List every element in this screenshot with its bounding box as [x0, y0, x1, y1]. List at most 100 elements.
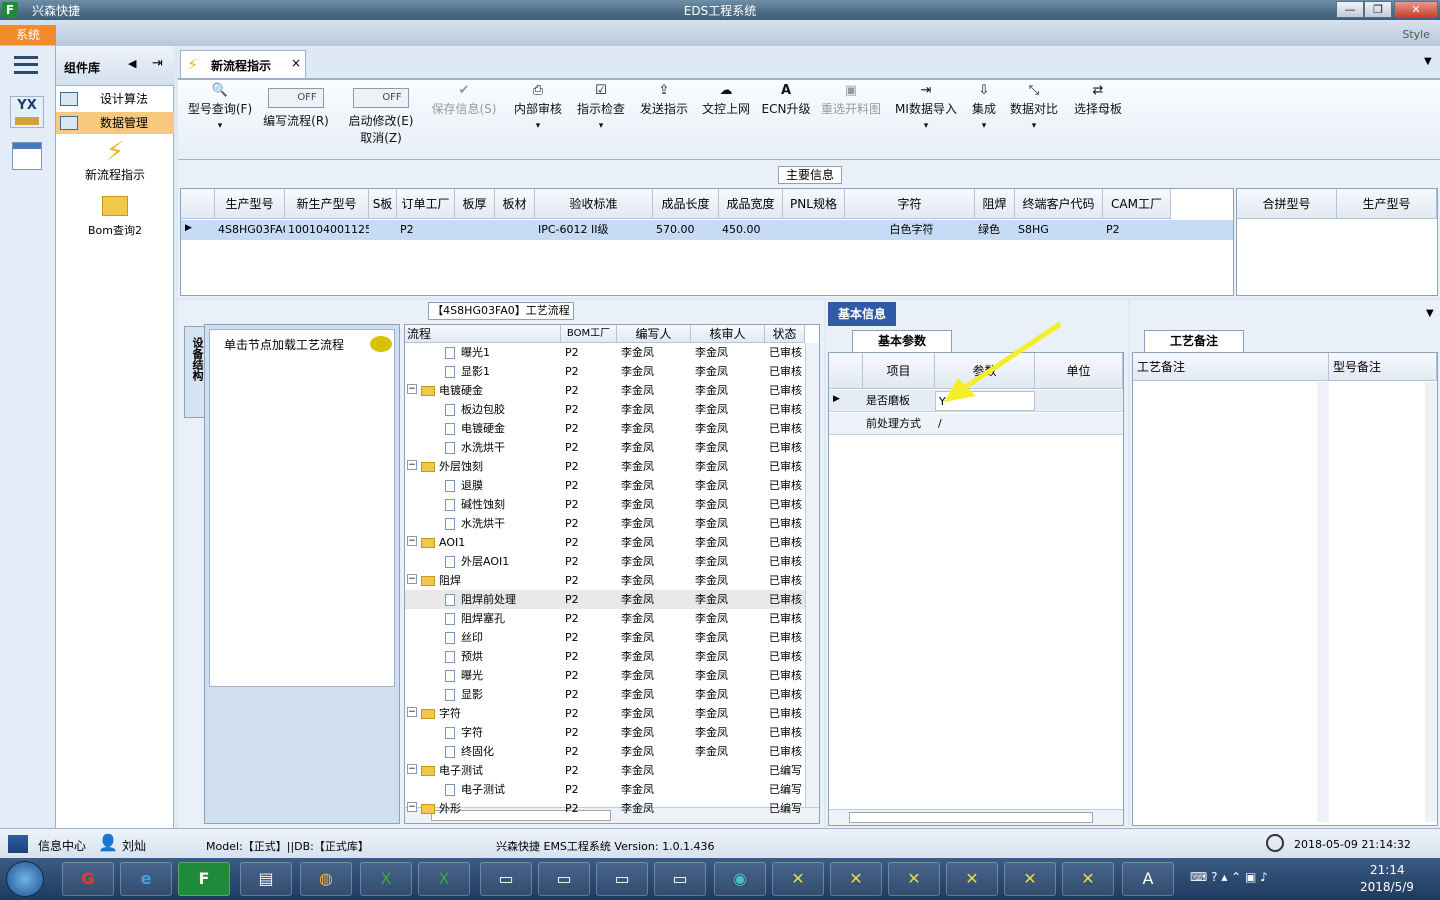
tab-process-notes[interactable]: 工艺备注 [1144, 330, 1244, 352]
style-label[interactable]: Style [1402, 28, 1430, 41]
off-toggle[interactable]: OFF [353, 88, 409, 108]
close-window-button[interactable]: ✕ [1394, 1, 1438, 18]
collapse-icon[interactable]: − [407, 460, 417, 470]
tree-row[interactable]: − 外层蚀刻 P2 李金凤 李金凤 已审核 [405, 457, 805, 476]
scrollbar-thumb[interactable] [849, 812, 1093, 823]
tree-row[interactable]: − 字符 P2 李金凤 李金凤 已审核 [405, 704, 805, 723]
tree-row[interactable]: 显影 P2 李金凤 李金凤 已审核 [405, 685, 805, 704]
collapse-icon[interactable]: − [407, 536, 417, 546]
write-flow-toggle[interactable]: OFF 编写流程(R) [260, 82, 332, 152]
tree-row[interactable]: 阻焊塞孔 P2 李金凤 李金凤 已审核 [405, 609, 805, 628]
tree-row[interactable]: − 电镀硬金 P2 李金凤 李金凤 已审核 [405, 381, 805, 400]
tree-row[interactable]: 电镀硬金 P2 李金凤 李金凤 已审核 [405, 419, 805, 438]
yx-factory-icon[interactable]: YX [10, 96, 44, 128]
module-item-design-algorithm[interactable]: 设计算法 [56, 88, 174, 110]
info-center-link[interactable]: 信息中心 [38, 837, 86, 854]
new-flow-item[interactable]: ⚡ 新流程指示 [56, 138, 174, 186]
excel-icon[interactable]: X [360, 862, 412, 896]
minimize-button[interactable]: — [1336, 1, 1364, 18]
ecn-upgrade-button[interactable]: A ECN升级 [758, 82, 814, 152]
off-toggle[interactable]: OFF [268, 88, 324, 108]
module-item-data-management[interactable]: 数据管理 [56, 112, 174, 134]
reselect-cutting-button[interactable]: ▣ 重选开料图 [818, 82, 884, 152]
eds-app-icon[interactable]: F [178, 862, 230, 896]
system-tab[interactable]: 系统 [0, 25, 56, 45]
x-window-icon[interactable]: ✕ [1062, 862, 1114, 896]
internal-review-button[interactable]: ⎙ 内部审核 ▾ [508, 82, 568, 152]
merge-model-grid[interactable]: 合拼型号 生产型号 [1236, 188, 1438, 296]
system-tray-icons[interactable]: ⌨ ? ▴ ⌃ ▣ ♪ [1190, 870, 1268, 884]
param-value[interactable]: / [935, 414, 1035, 434]
menu-icon[interactable] [14, 56, 38, 74]
tree-row[interactable]: − 外形 P2 李金凤 已编写 [405, 799, 805, 818]
tree-row[interactable]: 终固化 P2 李金凤 李金凤 已审核 [405, 742, 805, 761]
vertical-scrollbar[interactable] [805, 343, 819, 807]
tree-row[interactable]: 曝光 P2 李金凤 李金凤 已审核 [405, 666, 805, 685]
instruction-check-button[interactable]: ☑ 指示检查 ▾ [572, 82, 630, 152]
tree-row[interactable]: 丝印 P2 李金凤 李金凤 已审核 [405, 628, 805, 647]
device-structure-tab[interactable]: 设备结构 [184, 326, 206, 418]
integrate-button[interactable]: ⇩ 集成 ▾ [966, 82, 1002, 152]
taskbar-date[interactable]: 2018/5/9 [1360, 880, 1414, 894]
collapse-icon[interactable]: − [407, 802, 417, 812]
select-motherboard-button[interactable]: ⇄ 选择母板 [1068, 82, 1128, 152]
tree-row[interactable]: 预烘 P2 李金凤 李金凤 已审核 [405, 647, 805, 666]
collapse-icon[interactable]: − [407, 707, 417, 717]
window-thumb-icon[interactable]: ▭ [654, 862, 706, 896]
model-query-button[interactable]: 🔍 型号查询(F) ▾ [184, 82, 256, 152]
send-instruction-button[interactable]: ⇪ 发送指示 [634, 82, 694, 152]
tab-new-flow[interactable]: ⚡ 新流程指示 × [180, 50, 306, 78]
collapse-left-icon[interactable]: ◀ [128, 57, 136, 70]
document-icon[interactable]: A [1122, 862, 1174, 896]
tree-row[interactable]: − 电子测试 P2 李金凤 已编写 [405, 761, 805, 780]
x-window-icon[interactable]: ✕ [888, 862, 940, 896]
windows-grid-icon[interactable] [8, 835, 28, 853]
vertical-scrollbar[interactable] [1425, 382, 1437, 822]
start-edit-toggle[interactable]: OFF 启动修改(E) 取消(Z) [344, 82, 418, 152]
window-thumb-icon[interactable]: ▭ [480, 862, 532, 896]
panel-dropdown-icon[interactable]: ▼ [1426, 308, 1434, 319]
tree-row[interactable]: 显影1 P2 李金凤 李金凤 已审核 [405, 362, 805, 381]
vertical-scrollbar[interactable] [1317, 382, 1329, 822]
x-window-icon[interactable]: ✕ [1004, 862, 1056, 896]
tree-row[interactable]: 电子测试 P2 李金凤 已编写 [405, 780, 805, 799]
tree-row[interactable]: 字符 P2 李金凤 李金凤 已审核 [405, 723, 805, 742]
horizontal-scrollbar[interactable] [829, 809, 1123, 825]
data-compare-button[interactable]: ⤡ 数据对比 ▾ [1008, 82, 1060, 152]
tree-row[interactable]: 水洗烘干 P2 李金凤 李金凤 已审核 [405, 438, 805, 457]
ie-icon[interactable]: e [120, 862, 172, 896]
save-disk-icon[interactable]: ▤ [240, 862, 292, 896]
tree-row[interactable]: 碱性蚀刻 P2 李金凤 李金凤 已审核 [405, 495, 805, 514]
calculator-icon[interactable] [12, 142, 42, 170]
collapse-icon[interactable]: − [407, 384, 417, 394]
cancel-label[interactable]: 取消(Z) [360, 131, 402, 145]
collapse-icon[interactable]: − [407, 764, 417, 774]
x-window-icon[interactable]: ✕ [830, 862, 882, 896]
tree-row[interactable]: − 阻焊 P2 李金凤 李金凤 已审核 [405, 571, 805, 590]
collapse-icon[interactable]: − [407, 574, 417, 584]
tree-row[interactable]: 水洗烘干 P2 李金凤 李金凤 已审核 [405, 514, 805, 533]
x-window-icon[interactable]: ✕ [772, 862, 824, 896]
save-info-button[interactable]: ✔ 保存信息(S) [428, 82, 500, 152]
shell-icon[interactable]: ◍ [300, 862, 352, 896]
window-thumb-icon[interactable]: ▭ [538, 862, 590, 896]
main-info-grid[interactable]: 生产型号 新生产型号 S板 订单工厂 板厚 板材 验收标准 成品长度 成品宽度 PNL规格 字符 阻焊… [180, 188, 1234, 296]
close-tab-icon[interactable]: × [291, 56, 301, 70]
tree-row[interactable]: 曝光1 P2 李金凤 李金凤 已审核 [405, 343, 805, 362]
window-thumb-icon[interactable]: ▭ [596, 862, 648, 896]
pin-icon[interactable]: ⇥ [152, 56, 163, 71]
flow-tree-grid[interactable]: 流程 BOM工厂 编写人 核审人 状态 曝光1 P2 李金凤 李金凤 已审核 显影1 P2 李… [404, 324, 820, 824]
tree-row[interactable]: 板边包胶 P2 李金凤 李金凤 已审核 [405, 400, 805, 419]
taskbar-time[interactable]: 21:14 [1370, 863, 1405, 877]
eye-app-icon[interactable]: ◉ [714, 862, 766, 896]
mi-import-button[interactable]: ⇥ MI数据导入 ▾ [892, 82, 960, 152]
notes-grid[interactable]: 工艺备注 型号备注 [1132, 352, 1438, 826]
basic-params-grid[interactable]: 项目 参数 单位 ▶ 是否磨板 Y 前处理方式 / [828, 352, 1124, 826]
tree-row[interactable]: 外层AOI1 P2 李金凤 李金凤 已审核 [405, 552, 805, 571]
taskbar-app-icon[interactable]: G [62, 862, 114, 896]
tab-dropdown-icon[interactable]: ▼ [1424, 56, 1432, 67]
tree-row[interactable]: 退膜 P2 李金凤 李金凤 已审核 [405, 476, 805, 495]
start-button[interactable] [6, 861, 44, 897]
x-window-icon[interactable]: ✕ [946, 862, 998, 896]
maximize-button[interactable]: ❐ [1364, 1, 1392, 18]
